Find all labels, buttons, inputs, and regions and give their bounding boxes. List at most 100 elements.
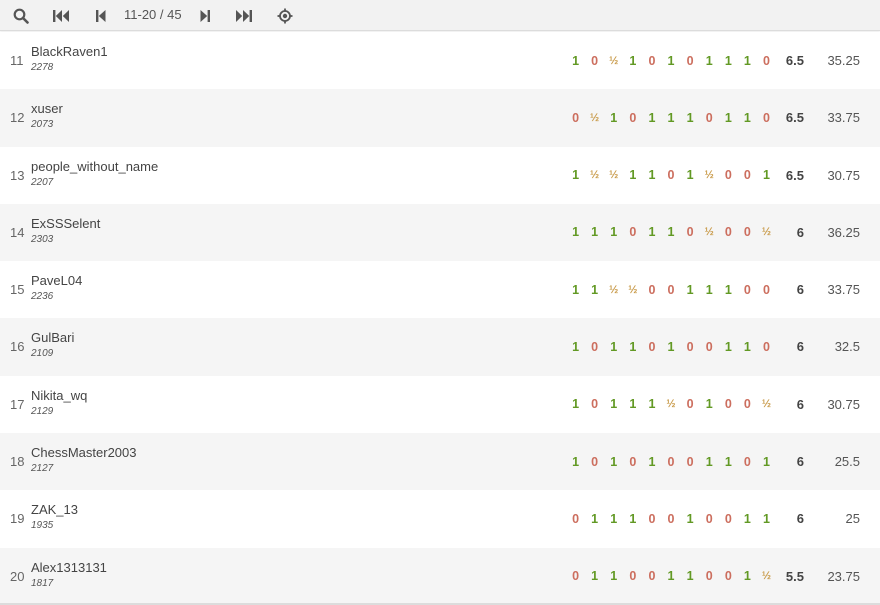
round-result[interactable]: 1 [719, 340, 738, 354]
round-result[interactable]: 1 [604, 111, 623, 125]
round-result[interactable]: 0 [585, 340, 604, 354]
round-result[interactable]: 0 [566, 111, 585, 125]
round-result[interactable]: 1 [604, 512, 623, 526]
round-result[interactable]: 0 [681, 397, 700, 411]
round-result[interactable]: 0 [623, 569, 642, 583]
round-result[interactable]: 0 [738, 168, 757, 182]
round-result[interactable]: ½ [604, 284, 623, 296]
round-result[interactable]: 1 [623, 54, 642, 68]
round-result[interactable]: 0 [700, 340, 719, 354]
round-result[interactable]: 1 [719, 283, 738, 297]
round-result[interactable]: 0 [623, 225, 642, 239]
round-result[interactable]: 0 [719, 397, 738, 411]
round-result[interactable]: 1 [623, 340, 642, 354]
round-result[interactable]: 0 [738, 225, 757, 239]
round-result[interactable]: 0 [623, 111, 642, 125]
round-result[interactable]: ½ [623, 284, 642, 296]
round-result[interactable]: 1 [566, 455, 585, 469]
round-result[interactable]: 0 [681, 54, 700, 68]
round-result[interactable]: 0 [681, 340, 700, 354]
standings-row[interactable]: 14 ExSSSelent 2303 1 1 1 0 1 1 0 ½ 0 0 ½… [0, 203, 880, 262]
round-result[interactable]: 0 [661, 283, 680, 297]
player-name[interactable]: Nikita_wq [31, 388, 87, 404]
round-result[interactable]: 1 [681, 569, 700, 583]
round-result[interactable]: 0 [585, 455, 604, 469]
round-result[interactable]: 0 [566, 569, 585, 583]
round-result[interactable]: 0 [642, 54, 661, 68]
round-result[interactable]: 0 [585, 54, 604, 68]
round-result[interactable]: 1 [700, 397, 719, 411]
player-name[interactable]: ExSSSelent [31, 216, 100, 232]
standings-row[interactable]: 16 GulBari 2109 1 0 1 1 0 1 0 0 1 1 0 6 … [0, 318, 880, 376]
round-result[interactable]: 0 [738, 455, 757, 469]
round-result[interactable]: 1 [566, 283, 585, 297]
round-result[interactable]: 1 [642, 168, 661, 182]
standings-row[interactable]: 19 ZAK_13 1935 0 1 1 1 0 0 1 0 0 1 1 6 2… [0, 490, 880, 548]
standings-row[interactable]: 12 xuser 2073 0 ½ 1 0 1 1 1 0 1 1 0 6.5 … [0, 89, 880, 147]
round-result[interactable]: 0 [700, 512, 719, 526]
round-result[interactable]: 1 [661, 225, 680, 239]
round-result[interactable]: ½ [700, 226, 719, 238]
round-result[interactable]: 1 [604, 455, 623, 469]
round-result[interactable]: 1 [681, 168, 700, 182]
round-result[interactable]: 1 [604, 225, 623, 239]
round-result[interactable]: 0 [700, 569, 719, 583]
round-result[interactable]: 1 [661, 54, 680, 68]
round-result[interactable]: 0 [681, 225, 700, 239]
round-result[interactable]: ½ [604, 55, 623, 67]
round-result[interactable]: 1 [585, 569, 604, 583]
player-name[interactable]: xuser [31, 101, 63, 117]
round-result[interactable]: ½ [585, 169, 604, 181]
standings-row[interactable]: 20 Alex1313131 1817 0 1 1 0 0 1 1 0 0 1 … [0, 547, 880, 605]
round-result[interactable]: 1 [566, 340, 585, 354]
round-result[interactable]: 1 [642, 455, 661, 469]
round-result[interactable]: 1 [604, 569, 623, 583]
standings-row[interactable]: 15 PaveL04 2236 1 1 ½ ½ 0 0 1 1 1 0 0 6 … [0, 261, 880, 319]
round-result[interactable]: 1 [700, 283, 719, 297]
standings-row[interactable]: 17 Nikita_wq 2129 1 0 1 1 1 ½ 0 1 0 0 ½ … [0, 375, 880, 434]
round-result[interactable]: 1 [585, 512, 604, 526]
round-result[interactable]: 1 [604, 340, 623, 354]
round-result[interactable]: ½ [604, 169, 623, 181]
previous-page-icon[interactable] [92, 0, 110, 31]
player-name[interactable]: PaveL04 [31, 273, 82, 289]
round-result[interactable]: 1 [700, 54, 719, 68]
player-name[interactable]: Alex1313131 [31, 560, 107, 576]
round-result[interactable]: 0 [738, 283, 757, 297]
player-name[interactable]: ChessMaster2003 [31, 445, 137, 461]
round-result[interactable]: 0 [661, 512, 680, 526]
round-result[interactable]: 1 [738, 111, 757, 125]
round-result[interactable]: 0 [642, 340, 661, 354]
round-result[interactable]: ½ [661, 398, 680, 410]
round-result[interactable]: 0 [681, 455, 700, 469]
locate-me-icon[interactable] [275, 0, 295, 31]
round-result[interactable]: 1 [719, 54, 738, 68]
player-name[interactable]: ZAK_13 [31, 502, 78, 518]
round-result[interactable]: 1 [623, 397, 642, 411]
round-result[interactable]: 1 [566, 397, 585, 411]
round-result[interactable]: 0 [661, 168, 680, 182]
round-result[interactable]: 0 [719, 512, 738, 526]
round-result[interactable]: 1 [738, 512, 757, 526]
round-result[interactable]: 1 [585, 283, 604, 297]
round-result[interactable]: 0 [566, 512, 585, 526]
round-result[interactable]: 1 [681, 512, 700, 526]
round-result[interactable]: 1 [642, 111, 661, 125]
round-result[interactable]: 0 [700, 111, 719, 125]
round-result[interactable]: 1 [642, 397, 661, 411]
round-result[interactable]: 1 [566, 225, 585, 239]
player-name[interactable]: GulBari [31, 330, 74, 346]
standings-row[interactable]: 18 ChessMaster2003 2127 1 0 1 0 1 0 0 1 … [0, 433, 880, 491]
last-page-icon[interactable] [233, 0, 255, 31]
round-result[interactable]: 1 [661, 569, 680, 583]
round-result[interactable]: 1 [719, 455, 738, 469]
round-result[interactable]: 1 [566, 168, 585, 182]
round-result[interactable]: 0 [738, 397, 757, 411]
round-result[interactable]: 1 [719, 111, 738, 125]
round-result[interactable]: 1 [661, 111, 680, 125]
round-result[interactable]: 1 [681, 283, 700, 297]
round-result[interactable]: 1 [700, 455, 719, 469]
round-result[interactable]: 1 [623, 512, 642, 526]
round-result[interactable]: 0 [642, 512, 661, 526]
round-result[interactable]: ½ [585, 112, 604, 124]
